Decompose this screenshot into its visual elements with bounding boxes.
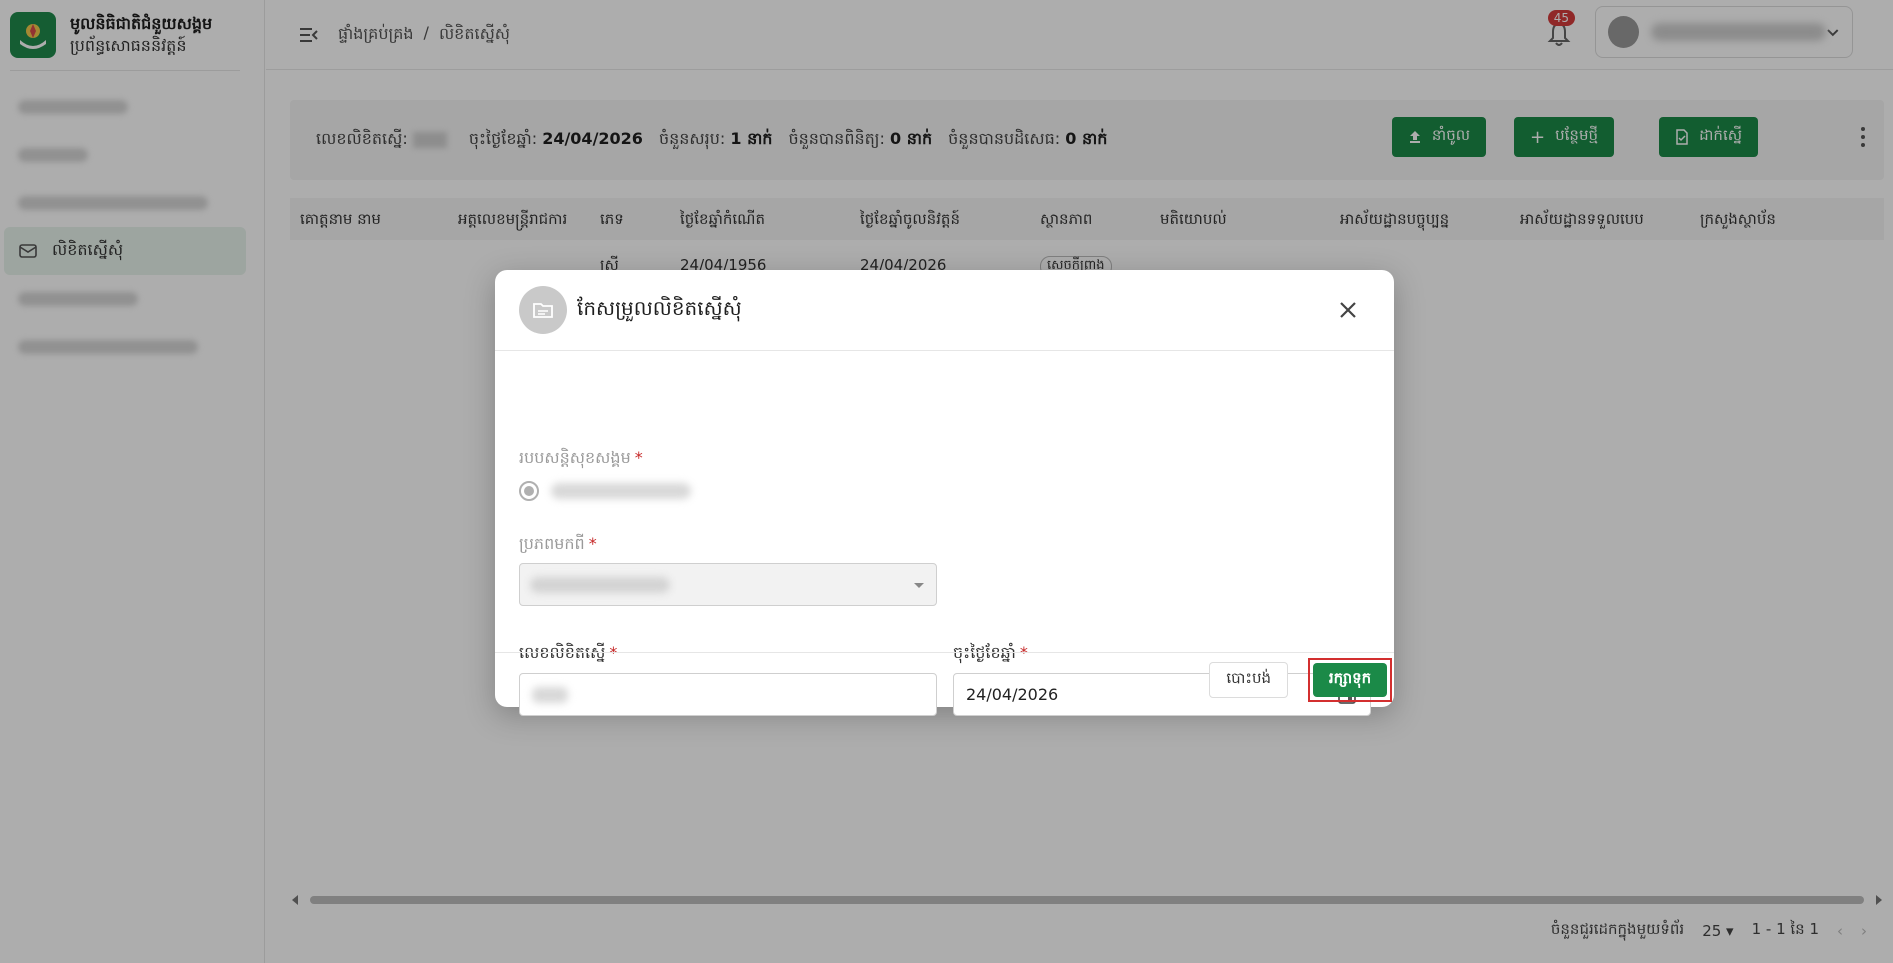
caret-down-icon	[914, 583, 924, 588]
close-icon[interactable]	[1336, 298, 1360, 322]
save-button[interactable]: រក្សាទុក	[1313, 663, 1387, 697]
social-scheme-label: របបសន្តិសុខសង្គម *	[519, 448, 643, 467]
folder-icon	[519, 286, 567, 334]
cancel-button[interactable]: បោះបង់	[1209, 662, 1288, 698]
dialog-header: កែសម្រួលលិខិតស្នើសុំ	[495, 270, 1394, 351]
source-label: ប្រភពមកពី *	[519, 534, 597, 553]
save-button-highlight: រក្សាទុក	[1308, 658, 1392, 702]
source-select[interactable]	[519, 563, 937, 606]
dialog-title: កែសម្រួលលិខិតស្នើសុំ	[577, 296, 742, 320]
edit-request-dialog: កែសម្រួលលិខិតស្នើសុំ របបសន្តិសុខសង្គម * ប…	[495, 270, 1394, 716]
dialog-body: របបសន្តិសុខសង្គម * ប្រភពមកពី * លេខលិខិតស្ន…	[495, 351, 1394, 716]
social-scheme-radio[interactable]	[519, 481, 539, 501]
dialog-footer: បោះបង់ រក្សាទុក	[495, 652, 1394, 707]
